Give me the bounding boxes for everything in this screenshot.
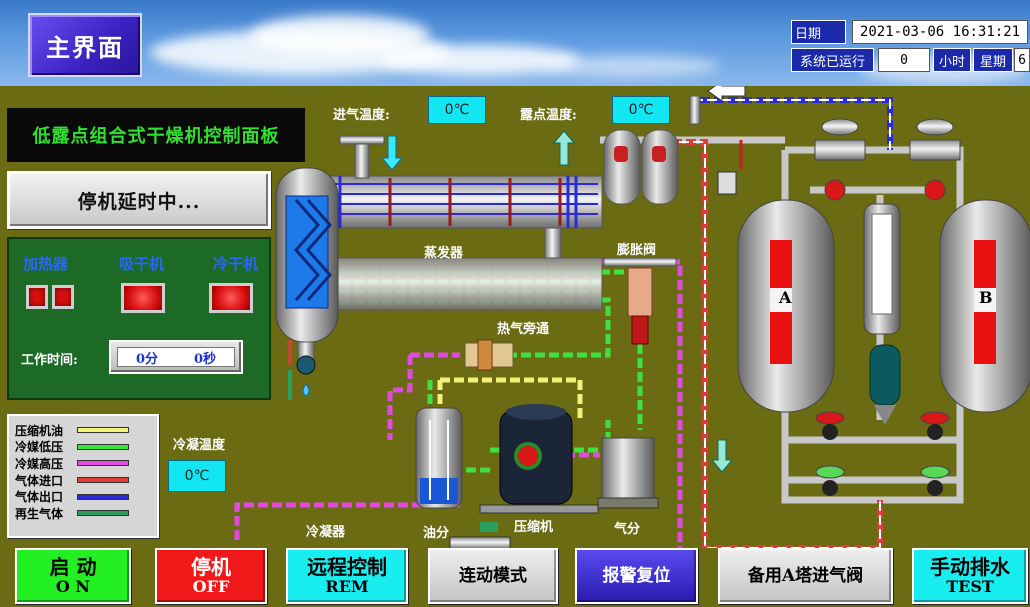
heater-label: 加热器 xyxy=(23,255,69,273)
work-time-label: 工作时间: xyxy=(21,353,78,368)
alarm-reset-button[interactable]: 报警复位 xyxy=(575,548,698,604)
start-button-label: 启 动 xyxy=(49,555,97,580)
runtime-value: 0 xyxy=(878,48,930,72)
heater-indicator-1 xyxy=(26,285,48,309)
legend-swatch xyxy=(77,443,129,450)
compressor-label: 压缩机 xyxy=(514,520,554,535)
device-status-panel: 加热器 吸干机 冷干机 工作时间: 0分 0秒 xyxy=(7,237,271,400)
stop-button-sublabel: OFF xyxy=(192,577,230,597)
legend-swatch xyxy=(77,460,129,467)
dew-temp-value: 0℃ xyxy=(612,96,670,124)
chiller-indicator xyxy=(209,283,253,313)
oil-separator-label: 油分 xyxy=(423,526,450,541)
chiller-label: 冷干机 xyxy=(213,255,259,273)
weekday-label: 星期 xyxy=(973,48,1013,72)
legend-swatch xyxy=(77,477,129,484)
gas-separator-label: 气分 xyxy=(614,522,641,537)
datetime-value: 2021-03-06 16:31:21 xyxy=(852,20,1028,44)
legend-row: 气体进口 xyxy=(15,472,151,489)
legend-swatch xyxy=(77,493,129,500)
remote-control-label: 远程控制 xyxy=(307,555,387,580)
legend-label: 压缩机油 xyxy=(15,423,64,438)
main-screen-button[interactable]: 主界面 xyxy=(28,13,142,77)
pipe-legend: 压缩机油 冷媒低压 冷媒高压 气体进口 气体出口 再生气体 xyxy=(7,414,159,538)
legend-row: 气体出口 xyxy=(15,488,151,505)
remote-control-button[interactable]: 远程控制 REM xyxy=(286,548,408,604)
legend-label: 冷媒低压 xyxy=(15,440,64,455)
remote-control-sublabel: REM xyxy=(325,577,369,597)
panel-title: 低露点组合式干燥机控制面板 xyxy=(7,108,305,162)
work-time-minutes: 0分 xyxy=(135,351,159,367)
tower-a-inlet-valve-button[interactable]: 备用A塔进气阀 xyxy=(718,548,893,604)
status-display: 停机延时中... xyxy=(7,171,271,229)
start-button[interactable]: 启 动 O N xyxy=(15,548,131,604)
legend-row: 再生气体 xyxy=(15,505,151,522)
weekday-value: 6 xyxy=(1014,48,1030,72)
tower-b-label: B xyxy=(979,288,993,307)
cond-temp-label: 冷凝温度 xyxy=(173,438,226,453)
cond-temp-value: 0℃ xyxy=(168,460,226,492)
manual-drain-button[interactable]: 手动排水 TEST xyxy=(912,548,1028,604)
legend-row: 冷媒低压 xyxy=(15,439,151,456)
evaporator-label: 蒸发器 xyxy=(424,246,464,261)
hot-gas-bypass-label: 热气旁通 xyxy=(497,322,550,337)
inlet-temp-label: 进气温度: xyxy=(333,108,390,123)
legend-row: 冷媒高压 xyxy=(15,455,151,472)
manual-drain-label: 手动排水 xyxy=(930,555,1010,580)
stop-button[interactable]: 停机 OFF xyxy=(155,548,267,604)
inlet-temp-value: 0℃ xyxy=(428,96,486,124)
manual-drain-sublabel: TEST xyxy=(946,577,994,597)
work-time-display: 0分 0秒 xyxy=(109,340,243,374)
start-button-sublabel: O N xyxy=(55,577,91,597)
linked-mode-button[interactable]: 连动模式 xyxy=(428,548,558,604)
legend-label: 气体出口 xyxy=(15,490,64,505)
legend-label: 气体进口 xyxy=(15,473,64,488)
dew-temp-label: 露点温度: xyxy=(520,108,577,123)
stop-button-label: 停机 xyxy=(191,555,231,580)
legend-swatch xyxy=(77,510,129,517)
condenser-label: 冷凝器 xyxy=(306,525,346,540)
legend-label: 再生气体 xyxy=(15,506,64,521)
work-time-seconds: 0秒 xyxy=(193,351,217,367)
expansion-valve-label: 膨胀阀 xyxy=(617,243,657,258)
legend-label: 冷媒高压 xyxy=(15,456,64,471)
legend-swatch xyxy=(77,427,129,434)
legend-row: 压缩机油 xyxy=(15,422,151,439)
runtime-label: 系统已运行 xyxy=(791,48,874,72)
tower-a-label: A xyxy=(779,288,792,307)
blower-label: 吸干机 xyxy=(119,255,165,273)
heater-indicator-2 xyxy=(52,285,74,309)
blower-indicator xyxy=(121,283,165,313)
hours-label: 小时 xyxy=(933,48,971,72)
date-label: 日期 xyxy=(791,20,846,44)
